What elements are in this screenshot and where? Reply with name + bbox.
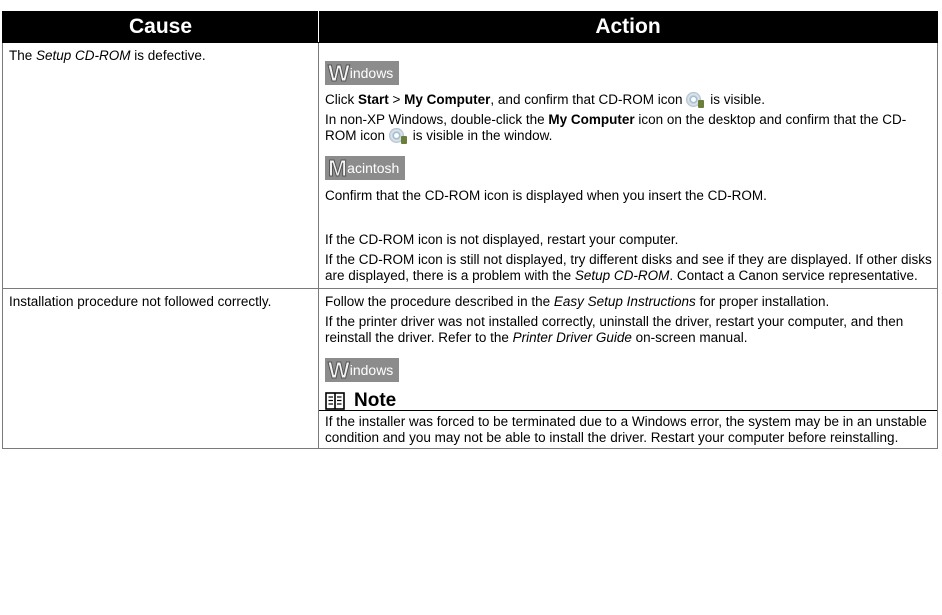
cd-rom-icon [686,92,705,108]
table-header-row: Cause Action [2,11,938,43]
still-not-displayed-instruction: If the CD-ROM icon is still not displaye… [325,252,932,283]
windows-os-badge: Windows [325,358,400,383]
action-column-header: Action [318,11,938,43]
windows-badge-wrap: Windows [325,358,932,383]
open-book-note-icon [325,392,345,410]
manual-page: Cause Action The Setup CD-ROM is defecti… [0,0,942,615]
note-heading: Note [325,390,932,411]
cause-text: The Setup CD-ROM is defective. [9,48,206,63]
reinstall-instruction: If the printer driver was not installed … [325,314,904,345]
table-row: Installation procedure not followed corr… [2,288,938,449]
cause-column-header: Cause [2,11,319,43]
windows-instruction-1: Click Start > My Computer, and confirm t… [325,92,765,108]
troubleshooting-table: Cause Action The Setup CD-ROM is defecti… [2,11,938,449]
note-body: If the installer was forced to be termin… [325,414,927,445]
windows-badge-wrap: Windows [325,61,932,86]
cause-cell: Installation procedure not followed corr… [2,288,319,449]
follow-procedure-instruction: Follow the procedure described in the Ea… [325,294,830,309]
macintosh-os-badge: Macintosh [325,156,406,181]
restart-instruction: If the CD-ROM icon is not displayed, res… [325,232,679,247]
cause-text: Installation procedure not followed corr… [9,294,272,309]
windows-instruction-2: In non-XP Windows, double-click the My C… [325,112,907,144]
cd-rom-icon [389,128,408,144]
mac-instruction: Confirm that the CD-ROM icon is displaye… [325,188,767,203]
cause-cell: The Setup CD-ROM is defective. [2,42,319,289]
windows-os-badge: Windows [325,61,400,86]
action-cell: Windows Click Start > My Computer, and c… [318,42,938,289]
mac-badge-wrap: Macintosh [325,156,932,181]
action-cell: Follow the procedure described in the Ea… [318,288,938,449]
note-title: Note [354,390,397,411]
table-row: The Setup CD-ROM is defective. Windows C… [2,42,938,289]
